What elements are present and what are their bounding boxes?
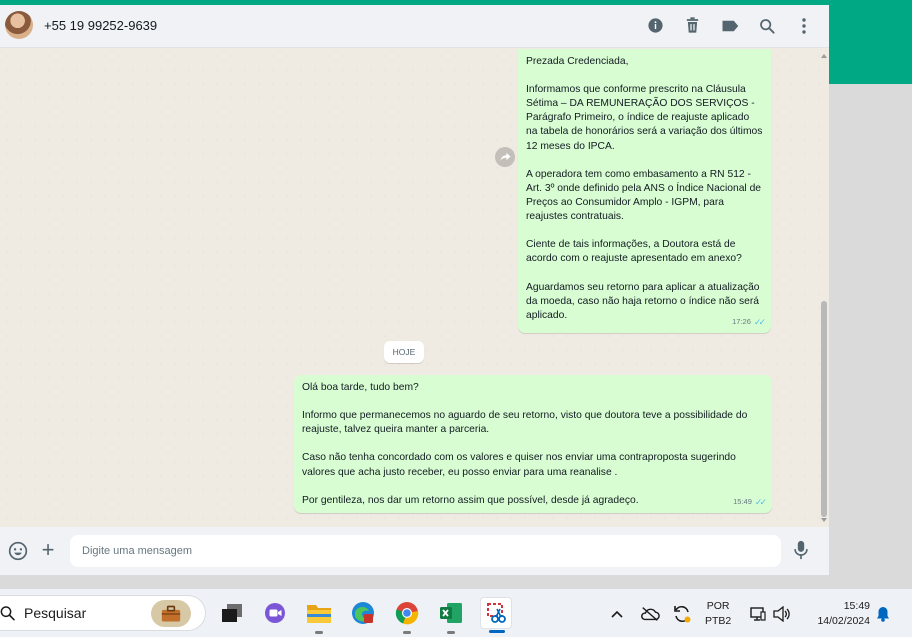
attach-plus-icon[interactable]: + [38,539,58,561]
avatar[interactable] [5,11,33,39]
microphone-icon[interactable] [793,540,811,562]
desktop-background [829,84,912,588]
clock-date: 14/02/2024 [817,615,870,627]
outgoing-message[interactable]: Prezada Credenciada, Informamos que conf… [518,49,771,333]
desktop-background-teal [829,0,912,84]
message-time: 17:26 [732,316,751,326]
running-indicator [447,631,455,634]
forward-icon[interactable] [495,147,515,167]
date-separator: HOJE [384,341,424,363]
search-label: Pesquisar [24,605,87,621]
clock-time: 15:49 [843,600,870,612]
teams-icon[interactable] [259,597,291,629]
chat-header: +55 19 99252-9639 [0,5,829,48]
input-language-indicator[interactable]: POR PTB2 [705,599,731,629]
read-receipt-icon: ✓✓ [753,316,766,327]
message-time: 15:49 [733,496,752,506]
running-indicator [315,631,323,634]
message-text: Olá boa tarde, tudo bem? Informo que per… [302,382,748,506]
label-icon[interactable] [720,16,739,35]
search-icon[interactable] [757,16,776,35]
desktop-background-strip [0,575,829,588]
excel-icon[interactable] [435,597,467,634]
trash-icon[interactable] [683,16,702,35]
scrollbar-thumb[interactable] [821,301,827,517]
info-icon[interactable] [646,16,665,35]
notification-bell-icon[interactable] [876,589,890,637]
message-composer: + [0,527,829,575]
emoji-icon[interactable] [8,541,28,561]
task-view-icon[interactable] [216,597,248,629]
header-actions [646,16,813,35]
contact-name[interactable]: +55 19 99252-9639 [44,18,157,33]
sync-icon[interactable] [672,589,692,637]
whatsapp-window: +55 19 99252-9639 Prezada Credenciada, I… [0,5,829,575]
message-meta: 17:26 ✓✓ [732,315,766,329]
message-list[interactable]: Prezada Credenciada, Informamos que conf… [0,49,829,527]
kebab-menu-icon[interactable] [794,16,813,35]
chrome-icon[interactable] [391,597,423,634]
file-explorer-icon[interactable] [303,597,335,634]
message-input[interactable] [70,535,781,567]
volume-icon[interactable] [773,589,791,637]
edge-icon[interactable] [347,597,379,629]
keyboard-layout: PTB2 [705,615,732,627]
running-indicator [403,631,411,634]
snipping-tool-icon[interactable] [480,597,512,633]
briefcase-icon [151,600,191,627]
outgoing-message[interactable]: Olá boa tarde, tudo bem? Informo que per… [294,375,772,513]
taskbar-search[interactable]: Pesquisar [0,595,206,631]
read-receipt-icon: ✓✓ [754,496,767,507]
chevron-up-icon[interactable] [610,589,624,637]
display-icon[interactable] [750,589,766,637]
taskbar: Pesquisar POR PTB2 15:49 14/02/2024 [0,588,912,637]
running-indicator [489,630,505,633]
message-text: Prezada Credenciada, Informamos que conf… [526,56,763,321]
language-code: POR [706,600,730,612]
cloud-offline-icon[interactable] [640,589,660,637]
system-clock[interactable]: 15:49 14/02/2024 [806,599,870,629]
search-icon [0,606,15,621]
message-meta: 15:49 ✓✓ [733,495,767,509]
